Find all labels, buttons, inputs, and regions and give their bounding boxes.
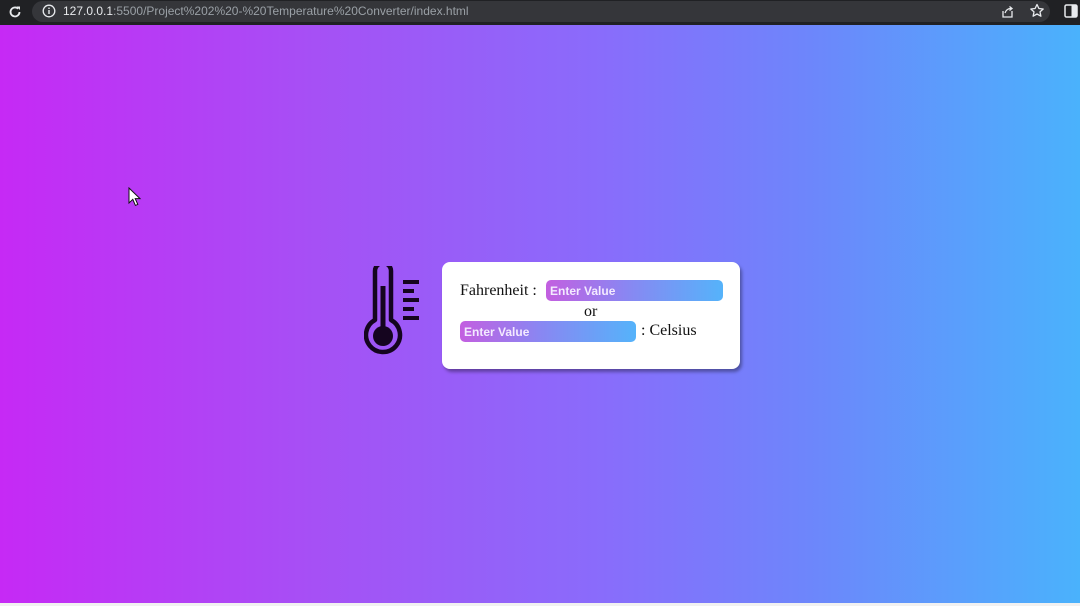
url-host: 127.0.0.1 (63, 4, 114, 18)
celsius-label: : Celsius (641, 322, 697, 339)
fahrenheit-input[interactable] (546, 280, 723, 301)
address-bar-url[interactable]: 127.0.0.1:5500/Project%202%20-%20Tempera… (63, 4, 469, 18)
info-icon[interactable] (42, 4, 56, 18)
star-icon[interactable] (1029, 3, 1045, 19)
reload-icon[interactable] (6, 3, 24, 21)
converter-card: Fahrenheit : or : Celsius (442, 262, 740, 369)
url-path: :5500/Project%202%20-%20Temperature%20Co… (113, 4, 469, 18)
fahrenheit-label: Fahrenheit : (460, 282, 537, 299)
celsius-input[interactable] (460, 321, 636, 342)
side-panel-icon[interactable] (1064, 4, 1078, 18)
mouse-cursor-icon (128, 187, 142, 207)
browser-toolbar: 127.0.0.1:5500/Project%202%20-%20Tempera… (0, 0, 1080, 25)
or-label: or (584, 303, 598, 320)
thermometer-icon (364, 266, 419, 355)
share-icon[interactable] (1000, 4, 1015, 19)
